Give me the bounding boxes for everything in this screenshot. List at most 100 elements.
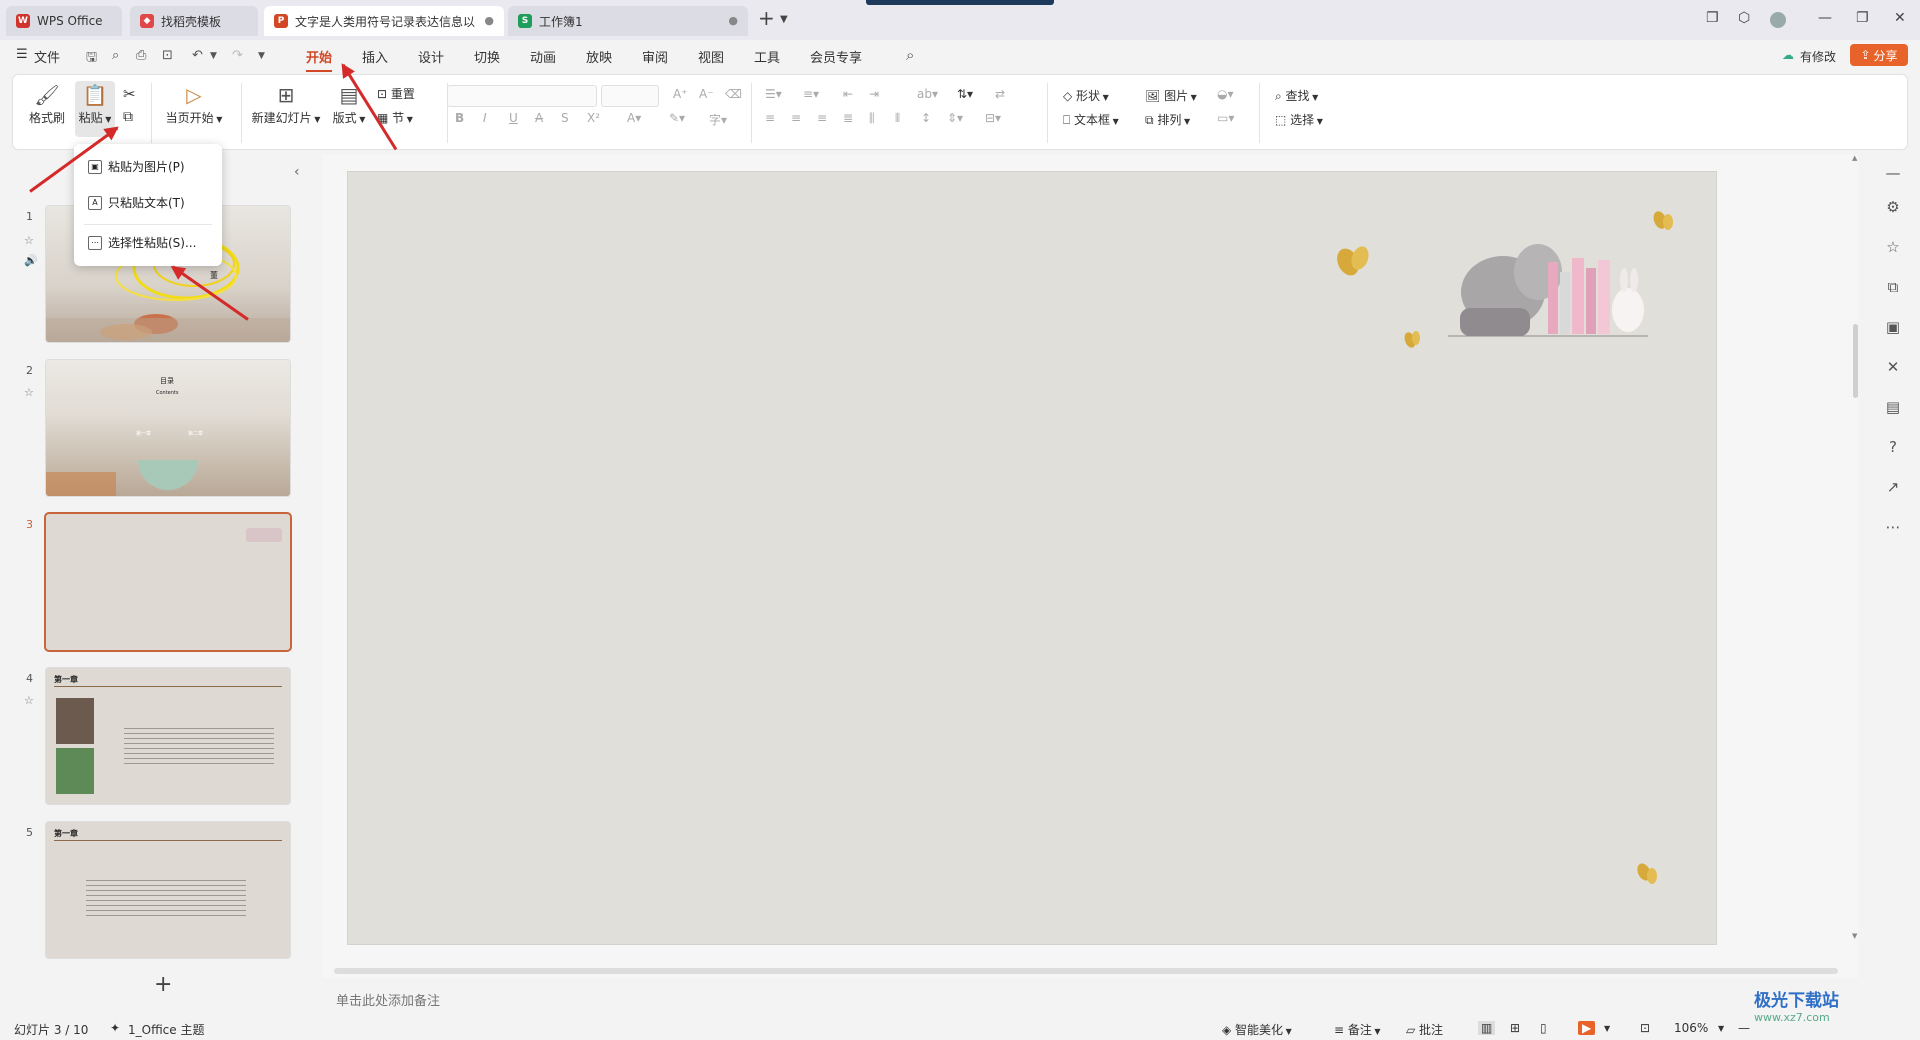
paste-special-item[interactable]: ⋯ 选择性粘贴(S)...	[88, 234, 196, 251]
fill-icon[interactable]: ◒▾	[1217, 87, 1234, 101]
slideshow-dropdown-icon[interactable]: ▼	[1604, 1024, 1610, 1033]
horizontal-scrollbar[interactable]	[334, 968, 1838, 974]
tools-icon[interactable]: ✕	[1884, 358, 1902, 376]
outdent-icon[interactable]: ⇤	[843, 87, 853, 101]
copy-layers-icon[interactable]: ⧉	[1884, 278, 1902, 296]
arrange-button[interactable]: ⧉ 排列 ▼	[1145, 111, 1190, 128]
distribute-icon[interactable]: ⫼	[869, 111, 875, 126]
undo-icon[interactable]: ↶	[192, 48, 203, 63]
reading-view-icon[interactable]: ▯	[1540, 1021, 1547, 1035]
text-direction-icon[interactable]: ab▾	[917, 87, 938, 101]
line-spacing-icon[interactable]: ↕	[921, 111, 931, 125]
tab-workbook[interactable]: S 工作簿1 ●	[508, 6, 748, 36]
undo-dropdown-icon[interactable]: ▼	[210, 51, 217, 61]
save-icon[interactable]: 🖫	[86, 48, 97, 70]
font-size-select[interactable]	[601, 85, 659, 107]
avatar[interactable]	[1770, 12, 1786, 28]
tab-slideshow[interactable]: 放映	[586, 47, 612, 66]
add-slide-button[interactable]: +	[154, 972, 172, 997]
slide-thumbnail-5[interactable]: 第一章	[46, 822, 290, 958]
book-icon[interactable]: ▤	[1884, 398, 1902, 416]
outline-icon[interactable]: ▭▾	[1217, 111, 1234, 125]
section-button[interactable]: ▦ 节 ▼	[377, 109, 413, 126]
align-center-icon[interactable]: ≡	[791, 111, 801, 125]
tab-close-icon[interactable]: ●	[728, 14, 738, 27]
bullets-icon[interactable]: ☰▾	[765, 87, 782, 101]
reset-button[interactable]: ⊡ 重置	[377, 85, 415, 102]
more-icon[interactable]: ⋯	[1884, 518, 1902, 536]
tab-view[interactable]: 视图	[698, 47, 724, 66]
cut-icon[interactable]: ✂	[123, 85, 136, 103]
collapse-pane-icon[interactable]: ‹	[294, 164, 300, 180]
restore-button[interactable]: ❐	[1856, 10, 1869, 26]
fit-window-icon[interactable]: ⊡	[1640, 1021, 1650, 1035]
sorter-view-icon[interactable]: ⊞	[1510, 1021, 1520, 1035]
help-icon[interactable]: ?	[1884, 438, 1902, 456]
indent-icon[interactable]: ⇥	[869, 87, 879, 101]
tab-presentation[interactable]: P 文字是人类用符号记录表达信息以 ●	[264, 6, 504, 36]
layout-button[interactable]: ▤ 版式 ▼	[329, 83, 369, 126]
tab-animation[interactable]: 动画	[530, 47, 556, 66]
tab-design[interactable]: 设计	[418, 47, 444, 66]
properties-icon[interactable]: ⚙	[1884, 198, 1902, 216]
cube-icon[interactable]: ⬡	[1738, 10, 1750, 26]
print-icon[interactable]: ⎙	[136, 48, 146, 63]
justify-icon[interactable]: ≣	[843, 111, 853, 125]
new-tab-button[interactable]: +	[758, 6, 775, 30]
scroll-down-icon[interactable]: ▼	[1852, 932, 1857, 940]
picture-button[interactable]: 🖼 图片 ▼	[1145, 87, 1197, 104]
tab-member[interactable]: 会员专享	[810, 47, 862, 66]
align-left-icon[interactable]: ≡	[765, 111, 775, 125]
increase-font-icon[interactable]: A⁺	[673, 87, 688, 101]
slide-thumbnail-3[interactable]	[46, 514, 290, 650]
underline-icon[interactable]: U	[509, 111, 518, 125]
decrease-font-icon[interactable]: A⁻	[699, 87, 714, 101]
tab-tools[interactable]: 工具	[754, 47, 780, 66]
image-edit-icon[interactable]: ▣	[1884, 318, 1902, 336]
window-layout-icon[interactable]: ❐	[1706, 10, 1719, 26]
comments-toggle[interactable]: ▱ 批注	[1406, 1021, 1443, 1038]
tab-wps-office[interactable]: W WPS Office	[6, 6, 122, 36]
modified-status[interactable]: 有修改	[1800, 48, 1836, 65]
hamburger-icon[interactable]: ☰	[16, 47, 28, 62]
paste-as-picture-item[interactable]: ▣ 粘贴为图片(P)	[88, 158, 185, 175]
notes-area[interactable]: 单击此处添加备注	[322, 986, 1858, 1012]
menu-file[interactable]: 文件	[34, 47, 60, 66]
tab-home[interactable]: 开始	[306, 47, 333, 72]
char-spacing-icon[interactable]: 字▾	[709, 111, 727, 128]
play-slideshow-button[interactable]: ▶	[1578, 1021, 1596, 1035]
paste-text-only-item[interactable]: A 只粘贴文本(T)	[88, 194, 185, 211]
beautify-button[interactable]: ◈ 智能美化 ▼	[1222, 1021, 1292, 1038]
select-button[interactable]: ⬚ 选择 ▼	[1275, 111, 1323, 128]
theme-name[interactable]: 1_Office 主题	[128, 1021, 204, 1038]
scroll-up-icon[interactable]: ▲	[1852, 154, 1857, 162]
textbox-button[interactable]: ⎕ 文本框 ▼	[1063, 111, 1119, 128]
copy-icon[interactable]: ⧉	[123, 109, 133, 125]
slide-thumbnail-2[interactable]: 目录 Contents 第一章 第二章	[46, 360, 290, 496]
format-painter-button[interactable]: 🖌 格式刷	[27, 83, 67, 126]
slide-thumbnail-4[interactable]: 第一章	[46, 668, 290, 804]
zoom-level[interactable]: 106%	[1674, 1021, 1708, 1035]
convert-icon[interactable]: ⇄	[995, 87, 1005, 101]
italic-icon[interactable]: I	[483, 111, 487, 125]
print-preview-icon[interactable]: ⊡	[162, 48, 173, 63]
search-icon[interactable]: ⌕	[906, 46, 914, 64]
more-dropdown-icon[interactable]: ▼	[258, 51, 265, 61]
clear-format-icon[interactable]: ⌫	[725, 87, 742, 101]
cloud-sync-icon[interactable]: ☁	[1782, 48, 1794, 62]
columns-icon[interactable]: ⫴	[895, 111, 900, 126]
star-icon[interactable]: ☆	[1884, 238, 1902, 256]
font-color-icon[interactable]: A▾	[627, 111, 641, 125]
tab-transition[interactable]: 切换	[474, 47, 500, 66]
tab-insert[interactable]: 插入	[362, 47, 388, 66]
bold-icon[interactable]: B	[455, 111, 464, 125]
collapse-icon[interactable]: —	[1884, 164, 1902, 182]
zoom-dropdown-icon[interactable]: ▼	[1718, 1024, 1724, 1033]
shape-button[interactable]: ◇ 形状 ▼	[1063, 87, 1109, 104]
strikethrough-icon[interactable]: A	[535, 111, 543, 125]
tab-modified-dot-icon[interactable]: ●	[484, 14, 494, 27]
zoom-out-icon[interactable]: —	[1738, 1021, 1750, 1035]
sort-icon[interactable]: ⇅▾	[957, 87, 973, 101]
start-from-current-button[interactable]: ▷ 当页开始 ▼	[163, 83, 225, 126]
current-slide[interactable]	[348, 172, 1716, 944]
